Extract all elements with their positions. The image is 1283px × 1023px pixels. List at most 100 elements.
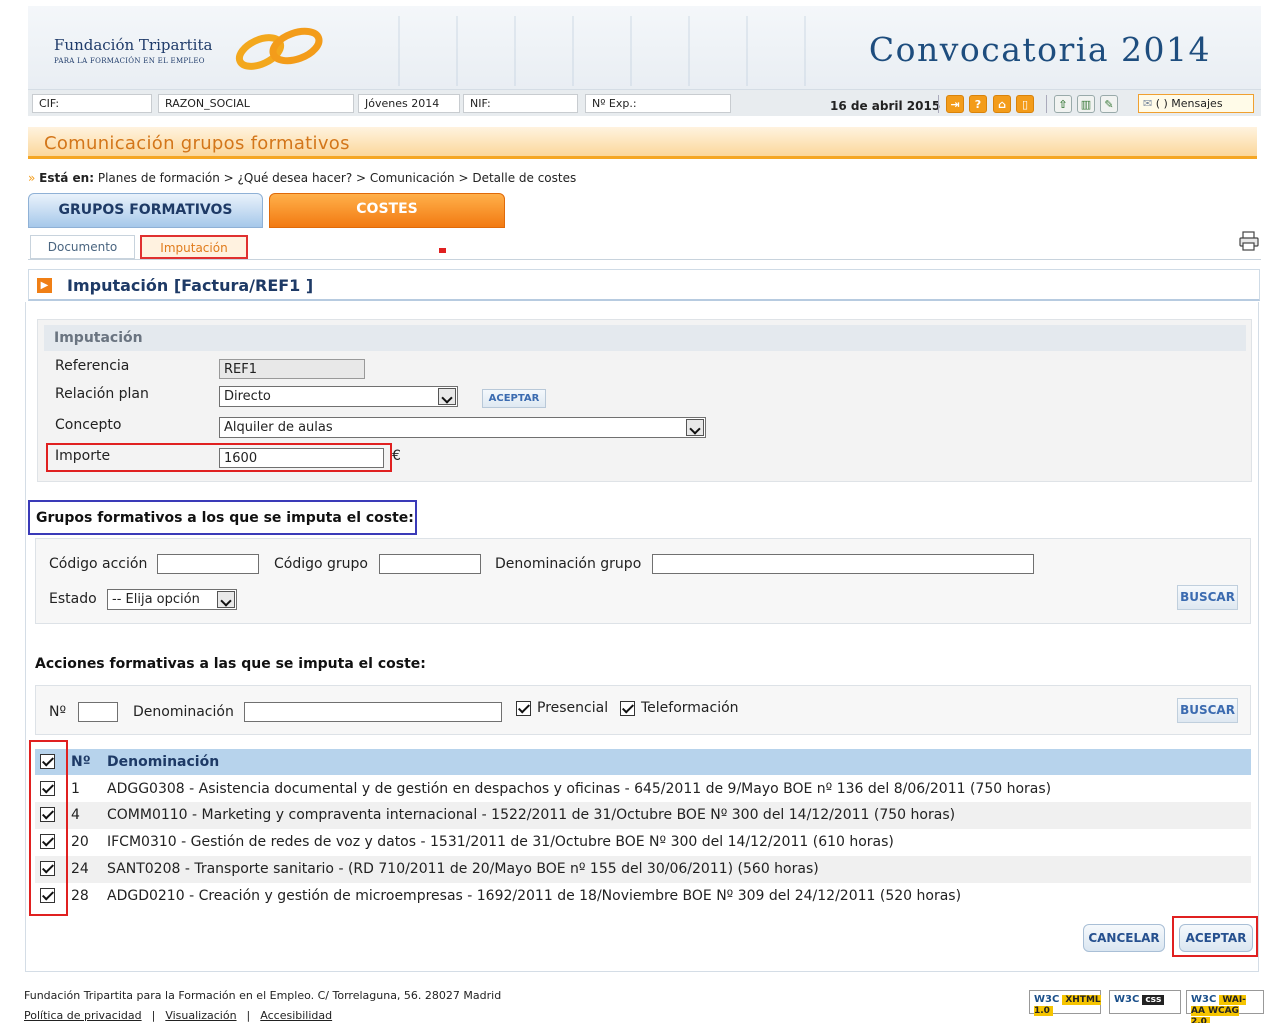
- tab-grupos-formativos[interactable]: GRUPOS FORMATIVOS: [28, 193, 263, 228]
- subtab-documento[interactable]: Documento: [30, 235, 135, 259]
- pages-icon[interactable]: ▯: [1016, 95, 1034, 113]
- convocatoria-title: Convocatoria 2014: [868, 30, 1211, 69]
- arrow-right-icon: ▶: [37, 278, 52, 293]
- row-denominacion: IFCM0310 - Gestión de redes de voz y dat…: [107, 834, 894, 850]
- form-title: Imputación: [54, 330, 143, 346]
- table-row[interactable]: 20 IFCM0310 - Gestión de redes de voz y …: [35, 829, 1251, 856]
- row-denominacion: SANT0208 - Transporte sanitario - (RD 71…: [107, 861, 819, 877]
- denominacion-input[interactable]: [244, 702, 502, 722]
- referencia-field: REF1: [219, 359, 365, 379]
- num-input[interactable]: [78, 702, 118, 722]
- table-row[interactable]: 28 ADGD0210 - Creación y gestión de micr…: [35, 883, 1251, 910]
- buscar-acciones-button[interactable]: BUSCAR: [1177, 698, 1238, 723]
- row-num: 20: [71, 834, 89, 850]
- banner-decoration: [398, 16, 838, 86]
- row-num: 4: [71, 807, 80, 823]
- breadcrumb-path[interactable]: Planes de formación > ¿Qué desea hacer? …: [98, 171, 576, 185]
- messages-button[interactable]: ✉ ( ) Mensajes: [1138, 94, 1254, 113]
- section-title-bar: Comunicación grupos formativos: [28, 127, 1257, 159]
- home-icon[interactable]: ⌂: [993, 95, 1011, 113]
- header-banner: Fundación Tripartita PARA LA FORMACIÓN E…: [28, 6, 1261, 90]
- buscar-grupos-button[interactable]: BUSCAR: [1177, 585, 1238, 610]
- estado-label: Estado: [49, 591, 97, 607]
- convocatoria-field: Jóvenes 2014: [358, 94, 460, 113]
- tab-costes[interactable]: COSTES: [269, 193, 505, 228]
- row-num: 24: [71, 861, 89, 877]
- concepto-select[interactable]: Alquiler de aulas: [219, 417, 706, 438]
- subtab-imputacion[interactable]: Imputación: [140, 235, 248, 259]
- importe-label: Importe: [55, 448, 111, 464]
- codigo-grupo-input[interactable]: [379, 554, 481, 574]
- relacion-plan-value: Directo: [224, 389, 271, 404]
- estado-select[interactable]: -- Elija opción: [107, 589, 237, 610]
- upload-icon[interactable]: ⇧: [1054, 95, 1072, 113]
- w3c-label: W3C: [1191, 994, 1217, 1005]
- num-label: Nº: [49, 704, 67, 720]
- grupos-title: Grupos formativos a los que se imputa el…: [36, 510, 414, 526]
- concepto-label: Concepto: [55, 417, 122, 433]
- imputacion-header: ▶ Imputación [Factura/REF1 ]: [28, 269, 1260, 301]
- codigo-accion-label: Código acción: [49, 556, 148, 572]
- info-bar: CIF: RAZON_SOCIAL Jóvenes 2014 NIF: Nº E…: [28, 90, 1261, 118]
- footer-divider: |: [246, 1009, 251, 1022]
- cif-field: CIF:: [32, 94, 152, 113]
- presencial-checkbox[interactable]: [516, 701, 531, 716]
- footer-links: Política de privacidad | Visualización | Acc…: [24, 1009, 332, 1022]
- cancelar-button[interactable]: CANCELAR: [1083, 924, 1165, 952]
- chevron-down-icon: [217, 591, 235, 608]
- referencia-label: Referencia: [55, 358, 130, 374]
- page-title: Comunicación grupos formativos: [44, 133, 350, 154]
- messages-label: ( ) Mensajes: [1155, 97, 1223, 110]
- row-denominacion: COMM0110 - Marketing y compraventa inter…: [107, 807, 956, 823]
- grupos-title-highlight: Grupos formativos a los que se imputa el…: [28, 500, 417, 535]
- chart-icon[interactable]: ▥: [1077, 95, 1095, 113]
- print-icon[interactable]: [1238, 230, 1260, 252]
- chevron-down-icon: [438, 388, 456, 405]
- privacy-link[interactable]: Política de privacidad: [24, 1009, 142, 1022]
- annotation-mark: [439, 248, 446, 253]
- concepto-value: Alquiler de aulas: [224, 420, 333, 435]
- column-header-denominacion: Denominación: [107, 754, 220, 770]
- breadcrumb: » Está en: Planes de formación > ¿Qué de…: [28, 171, 576, 185]
- row-denominacion: ADGD0210 - Creación y gestión de microem…: [107, 888, 962, 904]
- org-logo-icon: [235, 27, 323, 70]
- denominacion-grupo-label: Denominación grupo: [495, 556, 642, 572]
- table-row[interactable]: 1 ADGG0308 - Asistencia documental y de …: [35, 776, 1251, 803]
- codigo-grupo-label: Código grupo: [274, 556, 368, 572]
- w3c-xhtml-badge[interactable]: W3C XHTML 1.0: [1029, 990, 1101, 1016]
- relacion-plan-select[interactable]: Directo: [219, 386, 458, 407]
- org-logo-name: Fundación Tripartita: [54, 36, 213, 54]
- codigo-accion-input[interactable]: [157, 554, 259, 574]
- presencial-label: Presencial: [537, 700, 609, 716]
- teleformacion-checkbox[interactable]: [620, 701, 635, 716]
- css-tag: css: [1142, 995, 1165, 1005]
- imputacion-title: Imputación [Factura/REF1 ]: [67, 276, 314, 295]
- w3c-css-badge[interactable]: W3C css: [1109, 990, 1181, 1014]
- importe-input[interactable]: 1600: [219, 448, 384, 468]
- aceptar-button[interactable]: ACEPTAR: [1179, 924, 1253, 952]
- w3c-wai-badge[interactable]: W3C WAI-AA WCAG 2.0: [1186, 990, 1264, 1023]
- edit-icon[interactable]: ✎: [1100, 95, 1118, 113]
- table-row[interactable]: 24 SANT0208 - Transporte sanitario - (RD…: [35, 856, 1251, 883]
- w3c-label: W3C: [1114, 994, 1140, 1005]
- denominacion-grupo-input[interactable]: [652, 554, 1034, 574]
- visualizacion-link[interactable]: Visualización: [165, 1009, 236, 1022]
- table-header: Nº Denominación: [35, 749, 1251, 775]
- help-icon[interactable]: ?: [969, 95, 987, 113]
- toolbar-divider: [1046, 95, 1047, 113]
- table-row[interactable]: 4 COMM0110 - Marketing y compraventa int…: [35, 802, 1251, 829]
- acciones-title: Acciones formativas a las que se imputa …: [35, 656, 426, 672]
- mail-icon: ✉: [1143, 97, 1153, 110]
- column-header-num: Nº: [71, 754, 91, 770]
- exit-icon[interactable]: ⇥: [946, 95, 964, 113]
- num-expediente-field: Nº Exp.:: [585, 94, 731, 113]
- accesibilidad-link[interactable]: Accesibilidad: [260, 1009, 332, 1022]
- form-header: Imputación: [44, 325, 1246, 351]
- footer-divider: |: [151, 1009, 156, 1022]
- breadcrumb-arrow-icon: »: [28, 171, 36, 185]
- teleformacion-label: Teleformación: [641, 700, 739, 716]
- footer-address: Fundación Tripartita para la Formación e…: [24, 989, 502, 1002]
- razon-social-field: RAZON_SOCIAL: [158, 94, 354, 113]
- current-date: 16 de abril 2015: [830, 99, 941, 113]
- aceptar-relacion-button[interactable]: ACEPTAR: [482, 389, 546, 408]
